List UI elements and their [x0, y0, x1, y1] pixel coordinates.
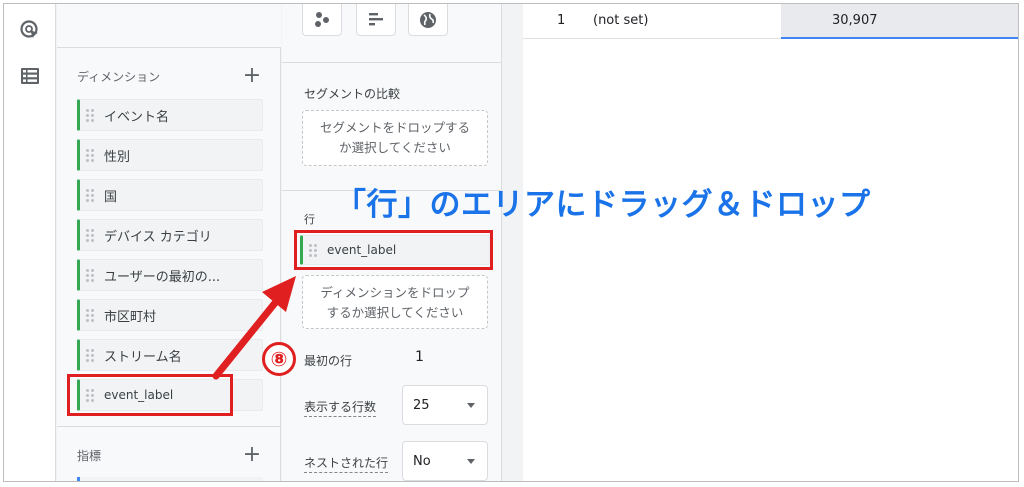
drag-arrow-icon [212, 276, 296, 380]
step-number-badge: ⑧ [262, 342, 296, 376]
app-frame: ディメンション + イベント名 性別 国 デバイス カテゴリ ユーザーの最初の.… [3, 3, 1019, 482]
instruction-callout: 「行」のエリアにドラッグ＆ドロップ [335, 187, 871, 223]
